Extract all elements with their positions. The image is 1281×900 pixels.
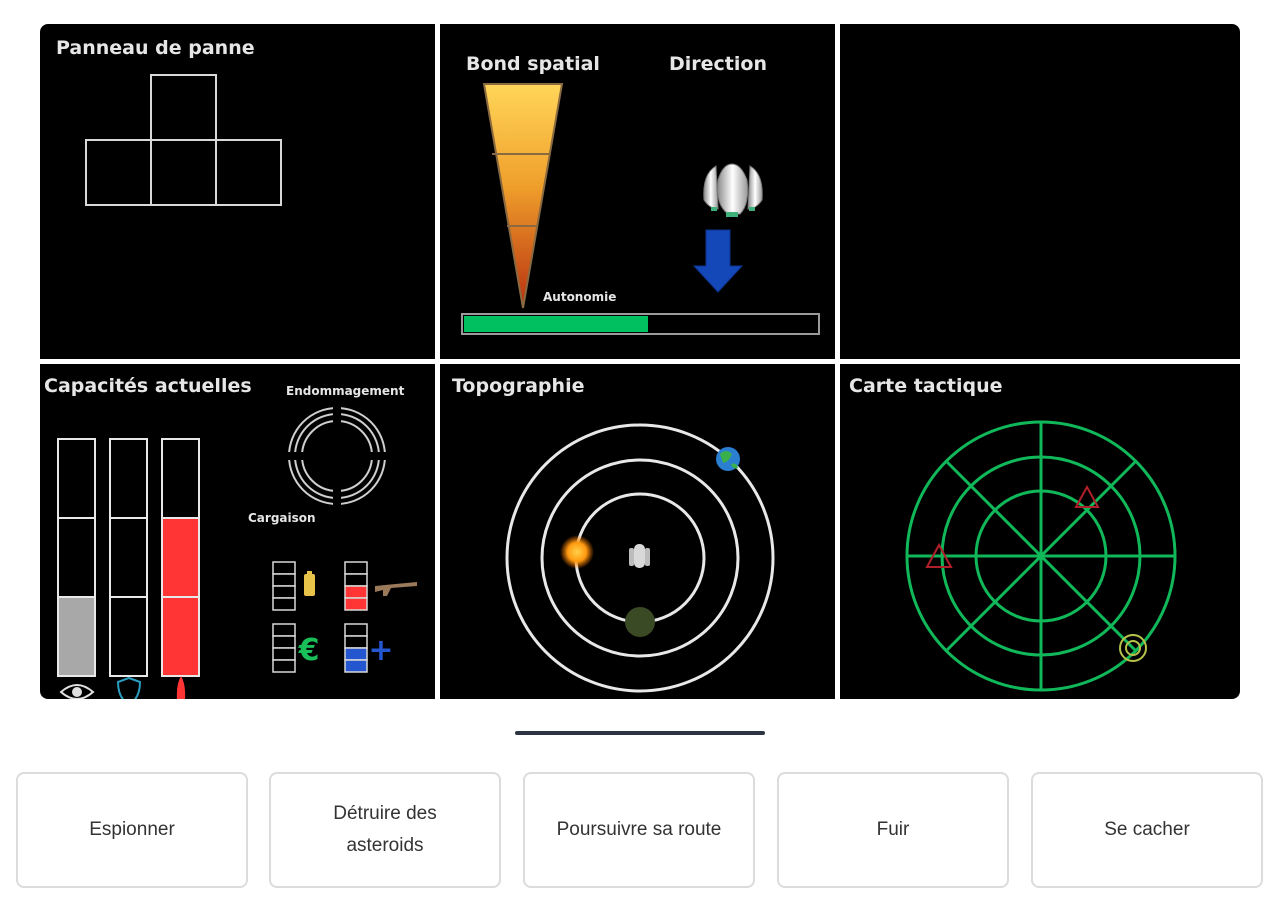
- cargo-segment: [272, 659, 296, 673]
- cargo-segment: [272, 597, 296, 611]
- capacities-panel: Capacités actuelles Endommagement Cargai…: [40, 364, 435, 699]
- cargo-segment: [344, 635, 368, 649]
- spy-button[interactable]: Espionner: [16, 772, 248, 888]
- tactical-panel: Carte tactique: [840, 364, 1240, 699]
- capacity-segment: [57, 438, 96, 519]
- section-divider: [515, 731, 765, 735]
- continue-route-button[interactable]: Poursuivre sa route: [523, 772, 755, 888]
- capacities-graphics: € +: [57, 405, 417, 699]
- breakdown-grid: [85, 74, 282, 206]
- cargo-segment: [344, 597, 368, 611]
- cargo-segment: [344, 573, 368, 587]
- spy-button-label: Espionner: [89, 819, 175, 840]
- autonomy-bar-fill: [464, 316, 648, 332]
- cargo-segment: [344, 647, 368, 661]
- breakdown-cell-top: [150, 74, 217, 141]
- breakdown-panel: Panneau de panne: [40, 24, 435, 359]
- capacity-segment: [161, 596, 200, 677]
- sun-icon: [560, 535, 594, 569]
- cargo-segment: [344, 659, 368, 673]
- cargo-segment: [272, 573, 296, 587]
- svg-text:€: €: [298, 633, 320, 668]
- capacity-segment: [109, 438, 148, 519]
- jump-panel: Bond spatial Direction Autonomie: [440, 24, 835, 359]
- spaceship-icon: [629, 544, 650, 568]
- flee-button[interactable]: Fuir: [777, 772, 1009, 888]
- cargo-segment: [272, 635, 296, 649]
- cargo-segment: [272, 585, 296, 599]
- cargo-euro: €: [272, 623, 320, 673]
- cargo-segment: [344, 561, 368, 575]
- cargo-segment: [272, 623, 296, 637]
- euro-icon: €: [298, 633, 320, 668]
- capacity-segment: [57, 517, 96, 598]
- eye-icon: [59, 684, 95, 699]
- flee-button-label: Fuir: [876, 819, 910, 840]
- cargo-rifle: [344, 561, 417, 611]
- capacity-bar-vision: [57, 438, 96, 677]
- destroy-asteroids-button-label: Détruire des asteroids: [333, 803, 437, 856]
- cargo-segment: [272, 561, 296, 575]
- cargo-battery: [272, 561, 315, 611]
- earth-icon: [716, 447, 740, 471]
- capacity-segment: [109, 596, 148, 677]
- jump-gauge: [482, 83, 564, 309]
- battery-icon: [304, 571, 315, 596]
- rocket-icon: [176, 676, 186, 699]
- capacity-bar-shield: [109, 438, 148, 677]
- capacity-bar-rocket: [161, 438, 200, 677]
- cargo-segment: [344, 623, 368, 637]
- rifle-icon: [375, 582, 417, 596]
- cargo-segment: [272, 647, 296, 661]
- cargo-segment: [344, 585, 368, 599]
- continue-route-button-label: Poursuivre sa route: [556, 819, 722, 840]
- empty-panel: [840, 24, 1240, 359]
- topography-map: [505, 423, 775, 693]
- tactical-radar: [905, 420, 1177, 692]
- svg-text:+: +: [368, 633, 393, 668]
- hide-button-label: Se cacher: [1104, 819, 1190, 840]
- breakdown-cell-left: [85, 139, 152, 206]
- plus-icon: +: [368, 633, 393, 668]
- capacity-segment: [161, 438, 200, 519]
- capacity-segment: [161, 517, 200, 598]
- capacity-segment: [109, 517, 148, 598]
- cargo-plus: +: [344, 623, 394, 673]
- jump-graphics: [461, 83, 820, 335]
- capacity-segment: [57, 596, 96, 677]
- autonomy-label: Autonomie: [543, 290, 617, 304]
- arrow-down-icon: [692, 229, 744, 293]
- game-dashboard: Panneau de panne Bond spatial Direction: [40, 24, 1240, 699]
- hide-button[interactable]: Se cacher: [1031, 772, 1263, 888]
- spaceship-icon: [703, 163, 763, 217]
- shield-icon: [116, 676, 142, 699]
- breakdown-cell-right: [215, 139, 282, 206]
- planet-dark-icon: [625, 607, 655, 637]
- destroy-asteroids-button[interactable]: Détruire des asteroids: [269, 772, 501, 888]
- topography-panel: Topographie: [440, 364, 835, 699]
- breakdown-cell-center: [150, 139, 217, 206]
- damage-ring: [286, 405, 388, 507]
